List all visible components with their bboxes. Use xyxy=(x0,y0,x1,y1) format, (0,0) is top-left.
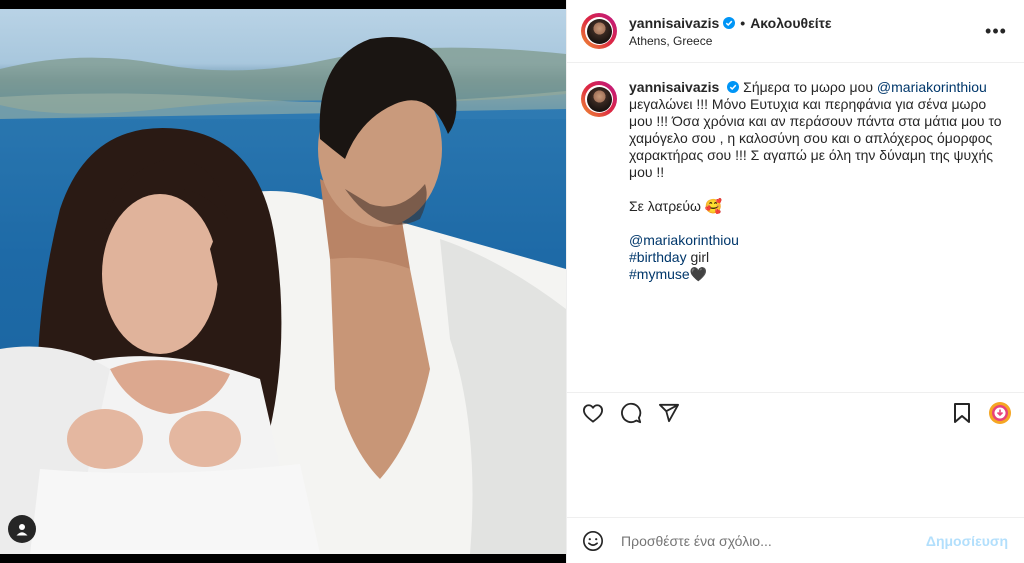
post-header: yannisaivazis • Ακολουθείτε Athens, Gree… xyxy=(567,0,1024,63)
emoji-icon[interactable] xyxy=(581,529,605,553)
hashtag-birthday[interactable]: #birthday xyxy=(629,249,687,265)
caption-area: yannisaivazis Σήμερα το μωρο μου @mariak… xyxy=(567,63,1024,392)
avatar-image xyxy=(586,18,612,44)
verified-icon xyxy=(723,16,736,29)
mention-link-2[interactable]: @mariakorinthiou xyxy=(629,232,739,248)
comment-icon[interactable] xyxy=(619,401,643,425)
user-tag-icon[interactable] xyxy=(8,515,36,543)
caption-text: yannisaivazis Σήμερα το μωρο μου @mariak… xyxy=(629,79,1008,283)
caption-body: μεγαλώνει !!! Μόνο Ευτυχια και περηφάνια… xyxy=(629,96,1002,180)
likes-area xyxy=(567,432,1024,517)
location-link[interactable]: Athens, Greece xyxy=(629,34,984,48)
save-icon[interactable] xyxy=(950,401,974,425)
photo-illustration xyxy=(0,37,566,554)
post-comment-button[interactable]: Δημοσίευση xyxy=(926,533,1008,549)
header-text: yannisaivazis • Ακολουθείτε Athens, Gree… xyxy=(629,15,984,48)
caption-love-line: Σε λατρεύω 🥰 xyxy=(629,198,723,214)
download-icon[interactable] xyxy=(988,401,1012,425)
caption-intro: Σήμερα το μωρο μου xyxy=(743,79,874,95)
hashtag-suffix: girl xyxy=(686,249,710,265)
share-icon[interactable] xyxy=(657,401,681,425)
verified-icon xyxy=(727,81,740,93)
post-side-panel: yannisaivazis • Ακολουθείτε Athens, Gree… xyxy=(566,0,1024,563)
heart-icon[interactable] xyxy=(581,401,605,425)
post-media[interactable] xyxy=(0,0,566,563)
separator-dot: • xyxy=(740,14,746,31)
post-modal: yannisaivazis • Ακολουθείτε Athens, Gree… xyxy=(0,0,1024,563)
hashtag-mymuse[interactable]: #mymuse xyxy=(629,266,690,282)
username-link[interactable]: yannisaivazis xyxy=(629,15,719,31)
caption: yannisaivazis Σήμερα το μωρο μου @mariak… xyxy=(581,79,1008,283)
following-button[interactable]: Ακολουθείτε xyxy=(750,15,831,31)
header-row: yannisaivazis • Ακολουθείτε xyxy=(629,15,984,31)
caption-avatar[interactable] xyxy=(581,81,617,117)
avatar[interactable] xyxy=(581,13,617,49)
action-bar xyxy=(567,392,1024,432)
caption-avatar-image xyxy=(586,86,612,112)
comment-input[interactable] xyxy=(619,531,926,550)
heart-emoji: 🖤 xyxy=(689,266,708,282)
caption-username[interactable]: yannisaivazis xyxy=(629,79,719,95)
comment-bar: Δημοσίευση xyxy=(567,517,1024,563)
mention-link[interactable]: @mariakorinthiou xyxy=(877,79,987,95)
more-options-icon[interactable]: ••• xyxy=(984,19,1008,43)
post-photo[interactable] xyxy=(0,9,566,554)
